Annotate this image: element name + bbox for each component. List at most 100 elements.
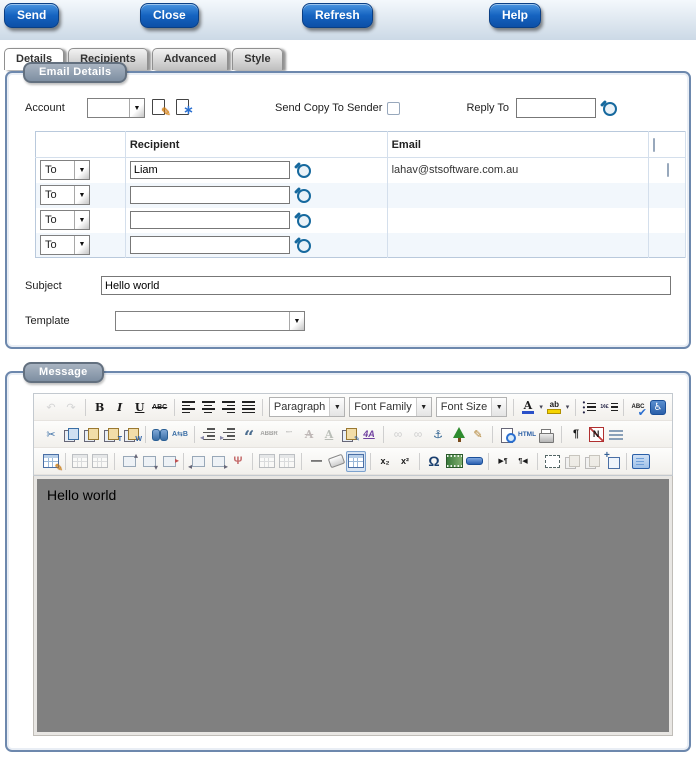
insert-table-icon[interactable]: ✎ bbox=[41, 451, 63, 474]
recipient-row: To▼ lahav@stsoftware.com.au bbox=[35, 157, 686, 183]
col-before-icon[interactable] bbox=[188, 451, 208, 472]
recipient-type-select[interactable]: To ▼ bbox=[40, 185, 90, 205]
nonbreaking-icon[interactable]: N bbox=[586, 424, 606, 445]
strikethrough-icon[interactable]: ABC bbox=[150, 397, 170, 418]
recipient-checkbox[interactable] bbox=[667, 163, 670, 178]
show-blocks-icon[interactable]: ¶ bbox=[566, 424, 586, 445]
close-button[interactable]: Close bbox=[140, 3, 199, 28]
visual-aid-icon[interactable] bbox=[346, 450, 366, 472]
ltr-icon[interactable]: ▶¶ bbox=[493, 451, 513, 472]
remove-format-icon[interactable] bbox=[326, 451, 346, 472]
recipient-row: To ▼ bbox=[35, 232, 686, 258]
tab-advanced[interactable]: Advanced bbox=[151, 48, 229, 70]
text-color-icon[interactable]: A bbox=[518, 397, 538, 418]
outdent-icon[interactable] bbox=[199, 424, 219, 445]
align-justify-icon[interactable] bbox=[238, 397, 258, 418]
delete-col-icon[interactable]: Ψ bbox=[228, 451, 248, 472]
align-right-icon[interactable] bbox=[218, 397, 238, 418]
recipient-input[interactable] bbox=[129, 186, 290, 204]
paste-word-icon[interactable]: W bbox=[121, 427, 142, 443]
font-family-select[interactable]: Font Family ▼ bbox=[349, 397, 432, 417]
search-icon[interactable] bbox=[294, 186, 312, 204]
edit-account-icon[interactable]: ✎ bbox=[152, 99, 171, 119]
rich-text-editor: ↶ ↷ B I U ABC Paragraph ▼ Font Family ▼ Font Size ▼… bbox=[33, 393, 673, 476]
superscript-icon[interactable]: x² bbox=[395, 451, 415, 472]
image-icon[interactable] bbox=[448, 424, 468, 445]
template-select[interactable]: ▼ bbox=[115, 311, 305, 331]
highlight-color-icon[interactable]: ab bbox=[544, 397, 564, 418]
toolbar-separator bbox=[173, 398, 175, 416]
accessibility-check-icon[interactable]: ♿ bbox=[648, 397, 668, 418]
message-body[interactable]: Hello world bbox=[37, 479, 669, 732]
spellcheck-icon[interactable]: ABC bbox=[628, 397, 648, 419]
blockquote-icon[interactable]: “ bbox=[239, 424, 259, 447]
fullscreen-icon[interactable] bbox=[631, 451, 651, 472]
toolbar-separator bbox=[574, 398, 576, 416]
search-icon[interactable] bbox=[294, 161, 312, 179]
send-button[interactable]: Send bbox=[4, 3, 60, 28]
special-char-icon[interactable]: Ω bbox=[424, 451, 444, 472]
toolbar-separator bbox=[145, 425, 146, 443]
bold-icon[interactable]: B bbox=[90, 397, 110, 418]
subject-input[interactable] bbox=[101, 276, 671, 295]
recipient-input[interactable] bbox=[129, 161, 290, 180]
attributes-icon[interactable]: ✎ bbox=[339, 427, 360, 443]
preview-icon[interactable] bbox=[497, 424, 517, 445]
cleanup-icon[interactable]: ✎ bbox=[468, 424, 488, 445]
font-size-select[interactable]: Font Size ▼ bbox=[435, 397, 508, 417]
recipient-input[interactable] bbox=[129, 211, 290, 229]
toolbar-separator bbox=[85, 398, 86, 416]
search-icon[interactable] bbox=[294, 211, 312, 229]
recipient-input[interactable] bbox=[129, 235, 290, 254]
subscript-icon[interactable]: x₂ bbox=[375, 451, 395, 472]
find-replace-icon[interactable]: A⇆B bbox=[170, 424, 190, 445]
pagebreak-icon[interactable] bbox=[606, 424, 626, 445]
advanced-hr-icon[interactable] bbox=[464, 451, 484, 472]
cut-icon[interactable]: ✂ bbox=[41, 424, 61, 445]
acronym-icon: “” bbox=[286, 431, 292, 437]
cite-icon[interactable]: 4A bbox=[359, 424, 379, 445]
absolute-position-icon[interactable] bbox=[602, 450, 622, 472]
recipient-type-select[interactable]: To ▼ bbox=[40, 210, 90, 230]
paste-text-icon[interactable]: T bbox=[101, 427, 122, 443]
horizontal-rule-icon[interactable]: — bbox=[306, 451, 326, 472]
tab-style[interactable]: Style bbox=[232, 48, 283, 70]
search-icon[interactable] bbox=[600, 99, 618, 117]
col-after-icon[interactable] bbox=[208, 451, 228, 472]
recipient-type-select[interactable]: To ▼ bbox=[40, 234, 90, 255]
subject-label: Subject bbox=[25, 279, 62, 292]
account-select[interactable]: ▼ bbox=[87, 98, 145, 118]
refresh-button[interactable]: Refresh bbox=[302, 3, 373, 28]
recipient-column-header: Recipient bbox=[125, 131, 388, 158]
align-center-icon[interactable] bbox=[198, 397, 218, 418]
send-copy-checkbox[interactable] bbox=[387, 101, 401, 115]
rtl-icon[interactable]: ¶◀ bbox=[513, 451, 533, 472]
find-icon[interactable] bbox=[150, 424, 170, 445]
recipient-type-select[interactable]: To ▼ bbox=[40, 160, 90, 181]
html-source-icon[interactable]: HTML bbox=[517, 424, 537, 445]
delete-row-icon[interactable] bbox=[159, 451, 179, 472]
editor-canvas-frame: Hello world bbox=[33, 476, 673, 736]
indent-icon[interactable] bbox=[219, 424, 239, 445]
new-account-icon[interactable]: ∗ bbox=[176, 99, 194, 117]
italic-icon[interactable]: I bbox=[110, 397, 130, 418]
help-button[interactable]: Help bbox=[489, 3, 542, 28]
reply-to-input[interactable] bbox=[516, 98, 597, 118]
underline-icon[interactable]: U bbox=[130, 397, 150, 418]
search-icon[interactable] bbox=[294, 236, 312, 254]
format-select[interactable]: Paragraph ▼ bbox=[268, 397, 346, 417]
chevron-down-icon[interactable]: ▾ bbox=[564, 398, 570, 417]
paste-icon[interactable] bbox=[81, 427, 101, 442]
select-all-checkbox[interactable] bbox=[653, 137, 656, 152]
align-left-icon[interactable] bbox=[178, 397, 198, 418]
bullet-list-icon[interactable] bbox=[579, 397, 599, 418]
insert-layer-icon[interactable] bbox=[542, 451, 562, 472]
row-after-icon[interactable] bbox=[139, 451, 159, 472]
anchor-icon[interactable]: ⚓ bbox=[428, 424, 448, 445]
print-icon[interactable] bbox=[537, 424, 557, 445]
copy-icon[interactable] bbox=[61, 427, 81, 442]
media-icon[interactable] bbox=[444, 451, 464, 472]
numbered-list-icon[interactable] bbox=[599, 397, 619, 418]
merge-cells-icon bbox=[277, 451, 297, 472]
row-before-icon[interactable] bbox=[119, 451, 139, 472]
